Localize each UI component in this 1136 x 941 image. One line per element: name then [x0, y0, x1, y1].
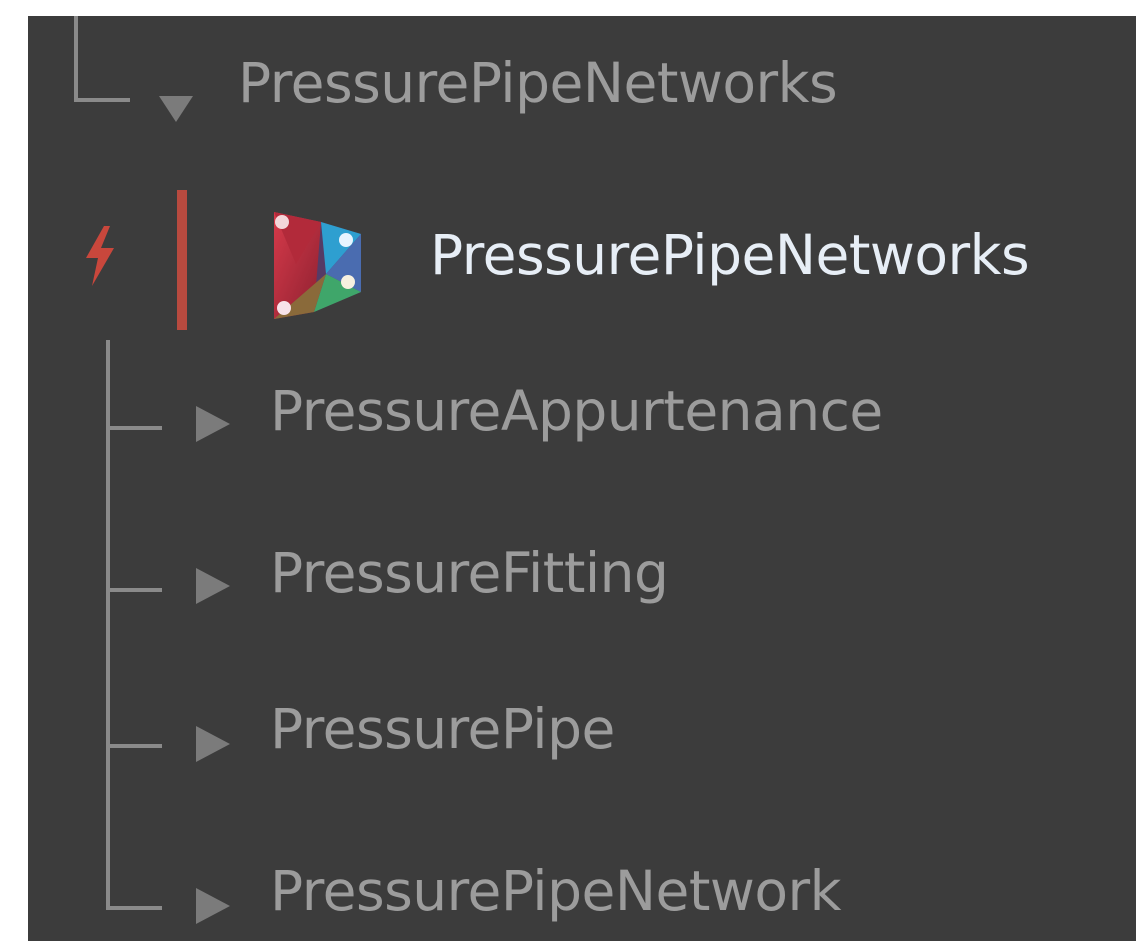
tree-item-child[interactable]: PressurePipeNetwork	[28, 836, 1136, 941]
tree-item-child-label: PressurePipe	[270, 697, 615, 761]
tree-item-child-label: PressureFitting	[270, 541, 669, 605]
tree-item-parent-label: PressurePipeNetworks	[238, 51, 838, 115]
active-indicator-bar	[177, 190, 187, 330]
dynamo-package-icon	[266, 204, 366, 322]
tree-item-parent[interactable]: PressurePipeNetworks	[28, 16, 1136, 146]
chevron-down-icon[interactable]	[159, 96, 193, 122]
tree-item-child[interactable]: PressureFitting	[28, 516, 1136, 656]
tree-item-child-label: PressurePipeNetwork	[270, 859, 841, 923]
tree-item-child-label: PressureAppurtenance	[270, 379, 883, 443]
tree-item-child[interactable]: PressurePipe	[28, 676, 1136, 816]
tree-item-active[interactable]: PressurePipeNetworks	[28, 186, 1136, 336]
chevron-right-icon[interactable]	[196, 726, 230, 762]
chevron-right-icon[interactable]	[196, 888, 230, 924]
chevron-right-icon[interactable]	[196, 406, 230, 442]
tree-item-active-label: PressurePipeNetworks	[430, 223, 1030, 287]
tree-item-child[interactable]: PressureAppurtenance	[28, 356, 1136, 496]
chevron-right-icon[interactable]	[196, 568, 230, 604]
library-tree-panel: PressurePipeNetworks PressurePipeNetwork…	[28, 16, 1136, 941]
lightning-bolt-icon	[82, 226, 118, 286]
